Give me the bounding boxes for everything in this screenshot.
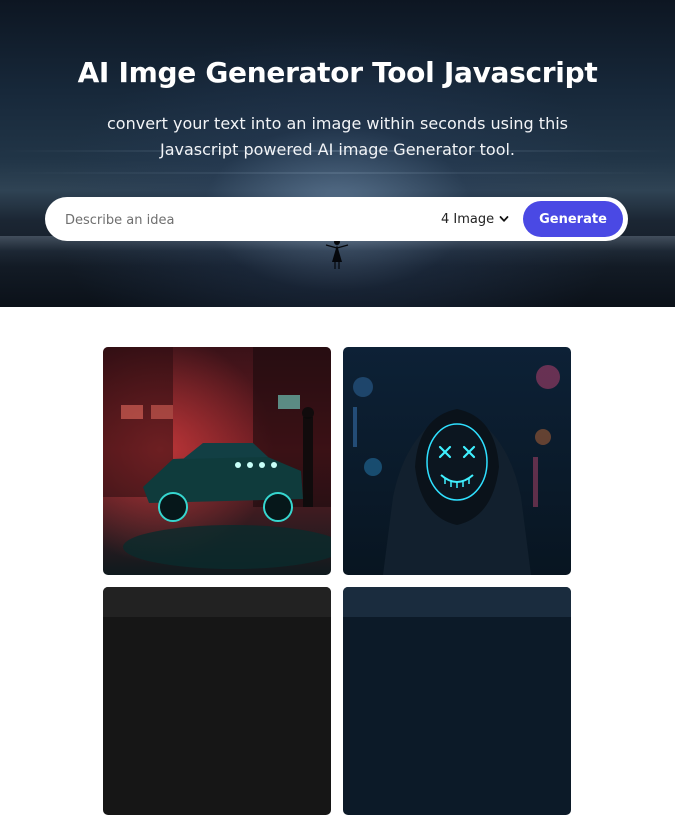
page-title: AI Imge Generator Tool Javascript bbox=[77, 56, 598, 89]
dark-alley-image bbox=[103, 587, 331, 815]
light-streak bbox=[0, 172, 675, 174]
hero-banner: AI Imge Generator Tool Javascript conver… bbox=[0, 0, 675, 307]
image-count-select[interactable]: 4 Image bbox=[441, 210, 509, 228]
chevron-down-icon bbox=[499, 216, 509, 222]
generate-button[interactable]: Generate bbox=[523, 201, 623, 237]
generate-form: 4 Image Generate bbox=[45, 197, 628, 241]
page-subtitle: convert your text into an image within s… bbox=[107, 114, 568, 159]
cyberpunk-car-street-image bbox=[103, 347, 331, 575]
gallery-card[interactable] bbox=[103, 587, 331, 815]
neon-city-image bbox=[343, 587, 571, 815]
gallery-card[interactable] bbox=[343, 347, 571, 575]
gallery-card[interactable] bbox=[343, 587, 571, 815]
image-count-value: 4 Image bbox=[441, 211, 495, 227]
prompt-input[interactable] bbox=[63, 208, 407, 232]
neon-mask-hoodie-image bbox=[343, 347, 571, 575]
figure-silhouette bbox=[325, 239, 349, 269]
gallery-card[interactable] bbox=[103, 347, 331, 575]
